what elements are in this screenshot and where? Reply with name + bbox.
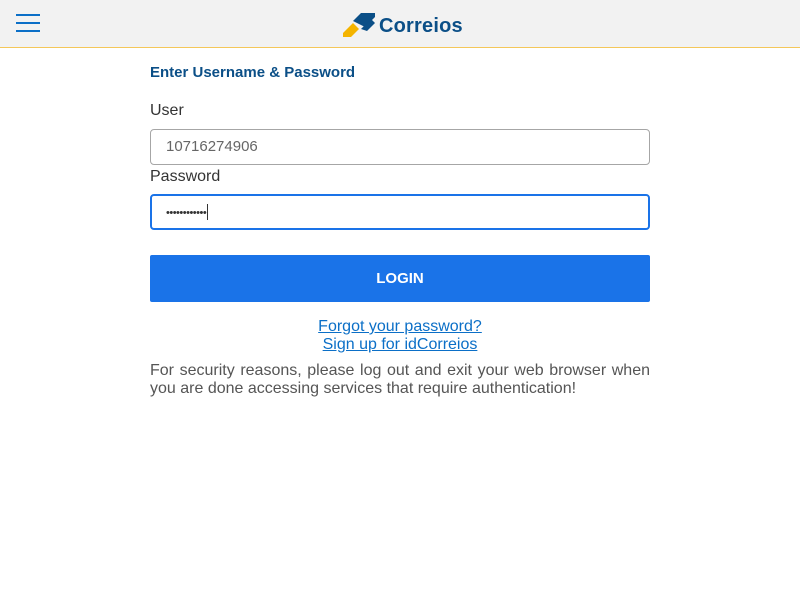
hamburger-menu-icon[interactable]	[16, 14, 40, 33]
password-input[interactable]: ••••••••••••	[150, 194, 650, 230]
password-input-value: ••••••••••••	[166, 207, 207, 219]
correios-logo-icon	[343, 13, 375, 37]
top-bar: Correios	[0, 0, 800, 48]
user-label: User	[150, 102, 184, 119]
forgot-password-link[interactable]: Forgot your password?	[150, 318, 650, 336]
login-button[interactable]: LOGIN	[150, 255, 650, 302]
security-notice: For security reasons, please log out and…	[150, 362, 650, 397]
user-input-value: 10716274906	[166, 138, 258, 155]
logo-text: Correios	[379, 14, 463, 37]
text-caret	[207, 204, 209, 221]
sign-up-link[interactable]: Sign up for idCorreios	[150, 336, 650, 354]
form-heading: Enter Username & Password	[150, 64, 356, 81]
correios-logo: Correios	[343, 12, 463, 38]
user-input[interactable]: 10716274906	[150, 129, 650, 165]
password-label: Password	[150, 168, 221, 185]
